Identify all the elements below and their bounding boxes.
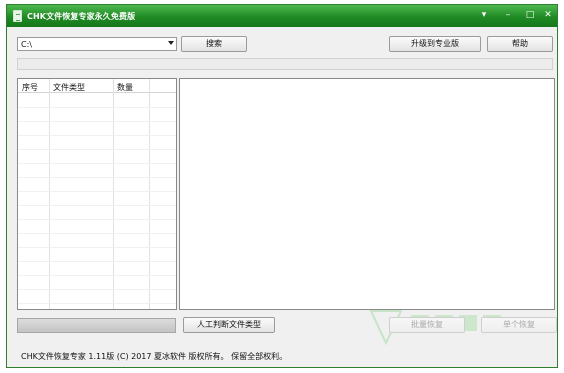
window-title: CHK文件恢复专家永久免费版 xyxy=(27,12,136,21)
row-divider xyxy=(18,135,176,136)
row-divider xyxy=(18,177,176,178)
upgrade-button[interactable]: 升级到专业版 xyxy=(389,36,481,52)
row-divider xyxy=(18,163,176,164)
app-icon xyxy=(13,10,22,22)
single-recover-button[interactable]: 单个恢复 xyxy=(481,317,557,333)
row-divider xyxy=(18,289,176,290)
chevron-down-icon[interactable] xyxy=(168,41,174,45)
row-divider xyxy=(18,275,176,276)
minimize-icon[interactable]: – xyxy=(497,8,519,23)
row-divider xyxy=(18,219,176,220)
row-divider xyxy=(18,191,176,192)
drive-select[interactable]: C:\ xyxy=(17,37,177,51)
app-window: CHK文件恢复专家永久免费版 ▾ – □ ✕ C:\ 搜索 升级到专业版 帮助 … xyxy=(6,4,558,368)
file-type-table[interactable]: 序号 文件类型 数量 xyxy=(17,78,177,310)
row-divider xyxy=(18,261,176,262)
scan-progress-bar xyxy=(17,58,553,70)
status-bar-text: CHK文件恢复专家 1.11版 (C) 2017 夏冰软件 版权所有。 保留全部… xyxy=(21,352,288,361)
row-divider xyxy=(18,205,176,206)
row-divider xyxy=(18,233,176,234)
row-divider xyxy=(18,107,176,108)
row-divider xyxy=(18,303,176,304)
recovery-progress-bar xyxy=(17,318,176,333)
column-header-file-type: 文件类型 xyxy=(53,83,85,92)
row-divider xyxy=(18,149,176,150)
search-button[interactable]: 搜索 xyxy=(181,36,247,52)
dropdown-arrow-icon[interactable]: ▾ xyxy=(473,8,495,23)
batch-recover-button[interactable]: 批量恢复 xyxy=(389,317,465,333)
title-bar[interactable]: CHK文件恢复专家永久免费版 ▾ – □ ✕ xyxy=(7,5,557,27)
table-header: 序号 文件类型 数量 xyxy=(18,79,176,93)
help-button[interactable]: 帮助 xyxy=(487,36,553,52)
close-icon[interactable]: ✕ xyxy=(539,8,557,23)
column-header-count: 数量 xyxy=(117,83,133,92)
drive-select-value: C:\ xyxy=(21,40,32,49)
row-divider xyxy=(18,247,176,248)
manual-judge-file-type-button[interactable]: 人工判断文件类型 xyxy=(183,317,275,333)
row-divider xyxy=(18,121,176,122)
column-header-index: 序号 xyxy=(22,83,38,92)
maximize-icon[interactable]: □ xyxy=(519,8,541,23)
file-list-panel[interactable] xyxy=(179,78,555,310)
